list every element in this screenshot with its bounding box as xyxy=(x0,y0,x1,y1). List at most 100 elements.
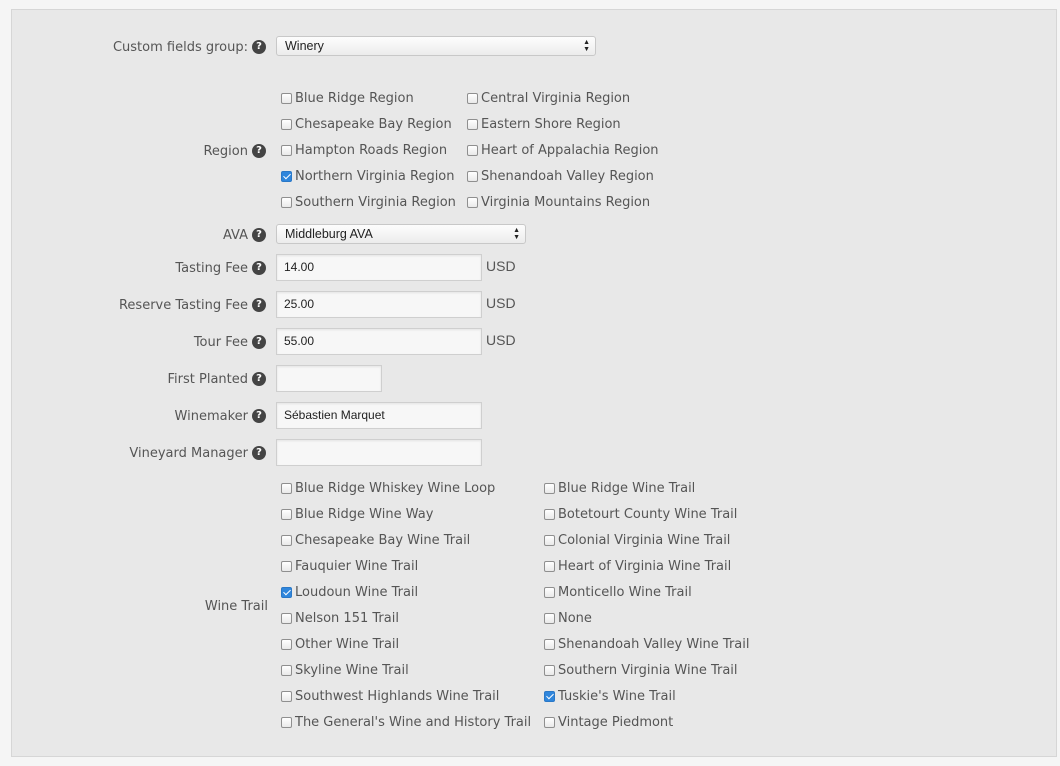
wine-trail-option[interactable]: Shenandoah Valley Wine Trail xyxy=(544,636,750,652)
checkbox-checked[interactable] xyxy=(544,690,555,702)
wine-trail-option[interactable]: Heart of Virginia Wine Trail xyxy=(544,558,731,574)
option-label: Heart of Appalachia Region xyxy=(481,142,659,158)
wine-trail-option[interactable]: Chesapeake Bay Wine Trail xyxy=(281,532,470,548)
region-option[interactable]: Hampton Roads Region xyxy=(281,142,447,158)
checkbox[interactable] xyxy=(544,612,555,624)
region-option[interactable]: Virginia Mountains Region xyxy=(467,194,650,210)
option-label: Central Virginia Region xyxy=(481,90,631,106)
tour-fee-unit: USD xyxy=(486,332,516,348)
wine-trail-option[interactable]: Vintage Piedmont xyxy=(544,714,673,730)
checkbox[interactable] xyxy=(467,144,478,156)
option-label: Virginia Mountains Region xyxy=(481,194,651,210)
question-circle-icon[interactable]: ? xyxy=(252,409,266,423)
option-label: Nelson 151 Trail xyxy=(295,610,399,626)
question-circle-icon[interactable]: ? xyxy=(252,144,266,158)
checkbox[interactable] xyxy=(281,92,292,104)
checkbox[interactable] xyxy=(281,560,292,572)
checkbox[interactable] xyxy=(467,196,478,208)
option-label: Fauquier Wine Trail xyxy=(295,558,419,574)
option-label: Skyline Wine Trail xyxy=(295,662,409,678)
checkbox[interactable] xyxy=(544,534,555,546)
custom-fields-group-select[interactable]: Winery ▲ ▼ xyxy=(276,36,596,56)
question-circle-icon[interactable]: ? xyxy=(252,372,266,386)
ava-label: AVA? xyxy=(150,226,266,244)
wine-trail-option[interactable]: Southwest Highlands Wine Trail xyxy=(281,688,499,704)
question-circle-icon[interactable]: ? xyxy=(252,446,266,460)
question-circle-icon[interactable]: ? xyxy=(252,40,266,54)
custom-fields-group-label: Custom fields group:? xyxy=(100,38,266,56)
vineyard-manager-input[interactable] xyxy=(276,439,482,466)
region-option[interactable]: Shenandoah Valley Region xyxy=(467,168,654,184)
checkbox[interactable] xyxy=(281,508,292,520)
region-option[interactable]: Chesapeake Bay Region xyxy=(281,116,452,132)
checkbox[interactable] xyxy=(281,144,292,156)
wine-trail-option[interactable]: Loudoun Wine Trail xyxy=(281,584,418,600)
checkbox[interactable] xyxy=(544,586,555,598)
question-circle-icon[interactable]: ? xyxy=(252,335,266,349)
tasting-fee-input[interactable]: 14.00 xyxy=(276,254,482,281)
region-option[interactable]: Northern Virginia Region xyxy=(281,168,455,184)
wine-trail-label: Wine Trail xyxy=(204,598,268,614)
checkbox[interactable] xyxy=(544,664,555,676)
question-circle-icon[interactable]: ? xyxy=(252,261,266,275)
checkbox[interactable] xyxy=(281,638,292,650)
reserve-tasting-fee-label: Reserve Tasting Fee? xyxy=(100,296,266,314)
checkbox[interactable] xyxy=(281,612,292,624)
select-arrows-icon: ▲ ▼ xyxy=(583,39,590,53)
region-option[interactable]: Heart of Appalachia Region xyxy=(467,142,659,158)
wine-trail-option[interactable]: Botetourt County Wine Trail xyxy=(544,506,737,522)
checkbox[interactable] xyxy=(281,118,292,130)
winemaker-label: Winemaker? xyxy=(100,407,266,425)
wine-trail-option[interactable]: The General's Wine and History Trail xyxy=(281,714,531,730)
option-label: Blue Ridge Region xyxy=(295,90,414,106)
tasting-fee-unit: USD xyxy=(486,258,516,274)
question-circle-icon[interactable]: ? xyxy=(252,298,266,312)
checkbox[interactable] xyxy=(281,534,292,546)
option-label: Shenandoah Valley Wine Trail xyxy=(558,636,750,652)
wine-trail-option[interactable]: Other Wine Trail xyxy=(281,636,399,652)
region-option[interactable]: Southern Virginia Region xyxy=(281,194,456,210)
option-label: Eastern Shore Region xyxy=(481,116,621,132)
checkbox[interactable] xyxy=(281,664,292,676)
region-option[interactable]: Blue Ridge Region xyxy=(281,90,414,106)
winemaker-input[interactable]: Sébastien Marquet xyxy=(276,402,482,429)
wine-trail-option[interactable]: Blue Ridge Wine Trail xyxy=(544,480,695,496)
wine-trail-option[interactable]: Southern Virginia Wine Trail xyxy=(544,662,738,678)
option-label: Chesapeake Bay Region xyxy=(295,116,452,132)
option-label: Blue Ridge Wine Trail xyxy=(558,480,696,496)
first-planted-input[interactable] xyxy=(276,365,382,392)
checkbox[interactable] xyxy=(544,508,555,520)
question-circle-icon[interactable]: ? xyxy=(252,228,266,242)
option-label: Southern Virginia Wine Trail xyxy=(558,662,738,678)
checkbox[interactable] xyxy=(467,170,478,182)
checkbox[interactable] xyxy=(467,118,478,130)
checkbox[interactable] xyxy=(544,560,555,572)
option-label: Vintage Piedmont xyxy=(558,714,674,730)
region-option[interactable]: Central Virginia Region xyxy=(467,90,630,106)
wine-trail-option[interactable]: Blue Ridge Wine Way xyxy=(281,506,433,522)
wine-trail-option[interactable]: Monticello Wine Trail xyxy=(544,584,692,600)
wine-trail-option[interactable]: None xyxy=(544,610,592,626)
checkbox[interactable] xyxy=(544,716,555,728)
checkbox[interactable] xyxy=(281,690,292,702)
wine-trail-option[interactable]: Skyline Wine Trail xyxy=(281,662,409,678)
checkbox[interactable] xyxy=(281,716,292,728)
wine-trail-option[interactable]: Tuskie's Wine Trail xyxy=(544,688,676,704)
checkbox[interactable] xyxy=(467,92,478,104)
checkbox[interactable] xyxy=(281,196,292,208)
option-label: Monticello Wine Trail xyxy=(558,584,692,600)
region-option[interactable]: Eastern Shore Region xyxy=(467,116,621,132)
checkbox[interactable] xyxy=(544,638,555,650)
checkbox-checked[interactable] xyxy=(281,170,292,182)
wine-trail-option[interactable]: Nelson 151 Trail xyxy=(281,610,399,626)
tour-fee-input[interactable]: 55.00 xyxy=(276,328,482,355)
checkbox[interactable] xyxy=(544,482,555,494)
reserve-tasting-fee-unit: USD xyxy=(486,295,516,311)
ava-select[interactable]: Middleburg AVA ▲ ▼ xyxy=(276,224,526,244)
checkbox[interactable] xyxy=(281,482,292,494)
wine-trail-option[interactable]: Colonial Virginia Wine Trail xyxy=(544,532,730,548)
checkbox-checked[interactable] xyxy=(281,586,292,598)
wine-trail-option[interactable]: Fauquier Wine Trail xyxy=(281,558,418,574)
reserve-tasting-fee-input[interactable]: 25.00 xyxy=(276,291,482,318)
wine-trail-option[interactable]: Blue Ridge Whiskey Wine Loop xyxy=(281,480,495,496)
